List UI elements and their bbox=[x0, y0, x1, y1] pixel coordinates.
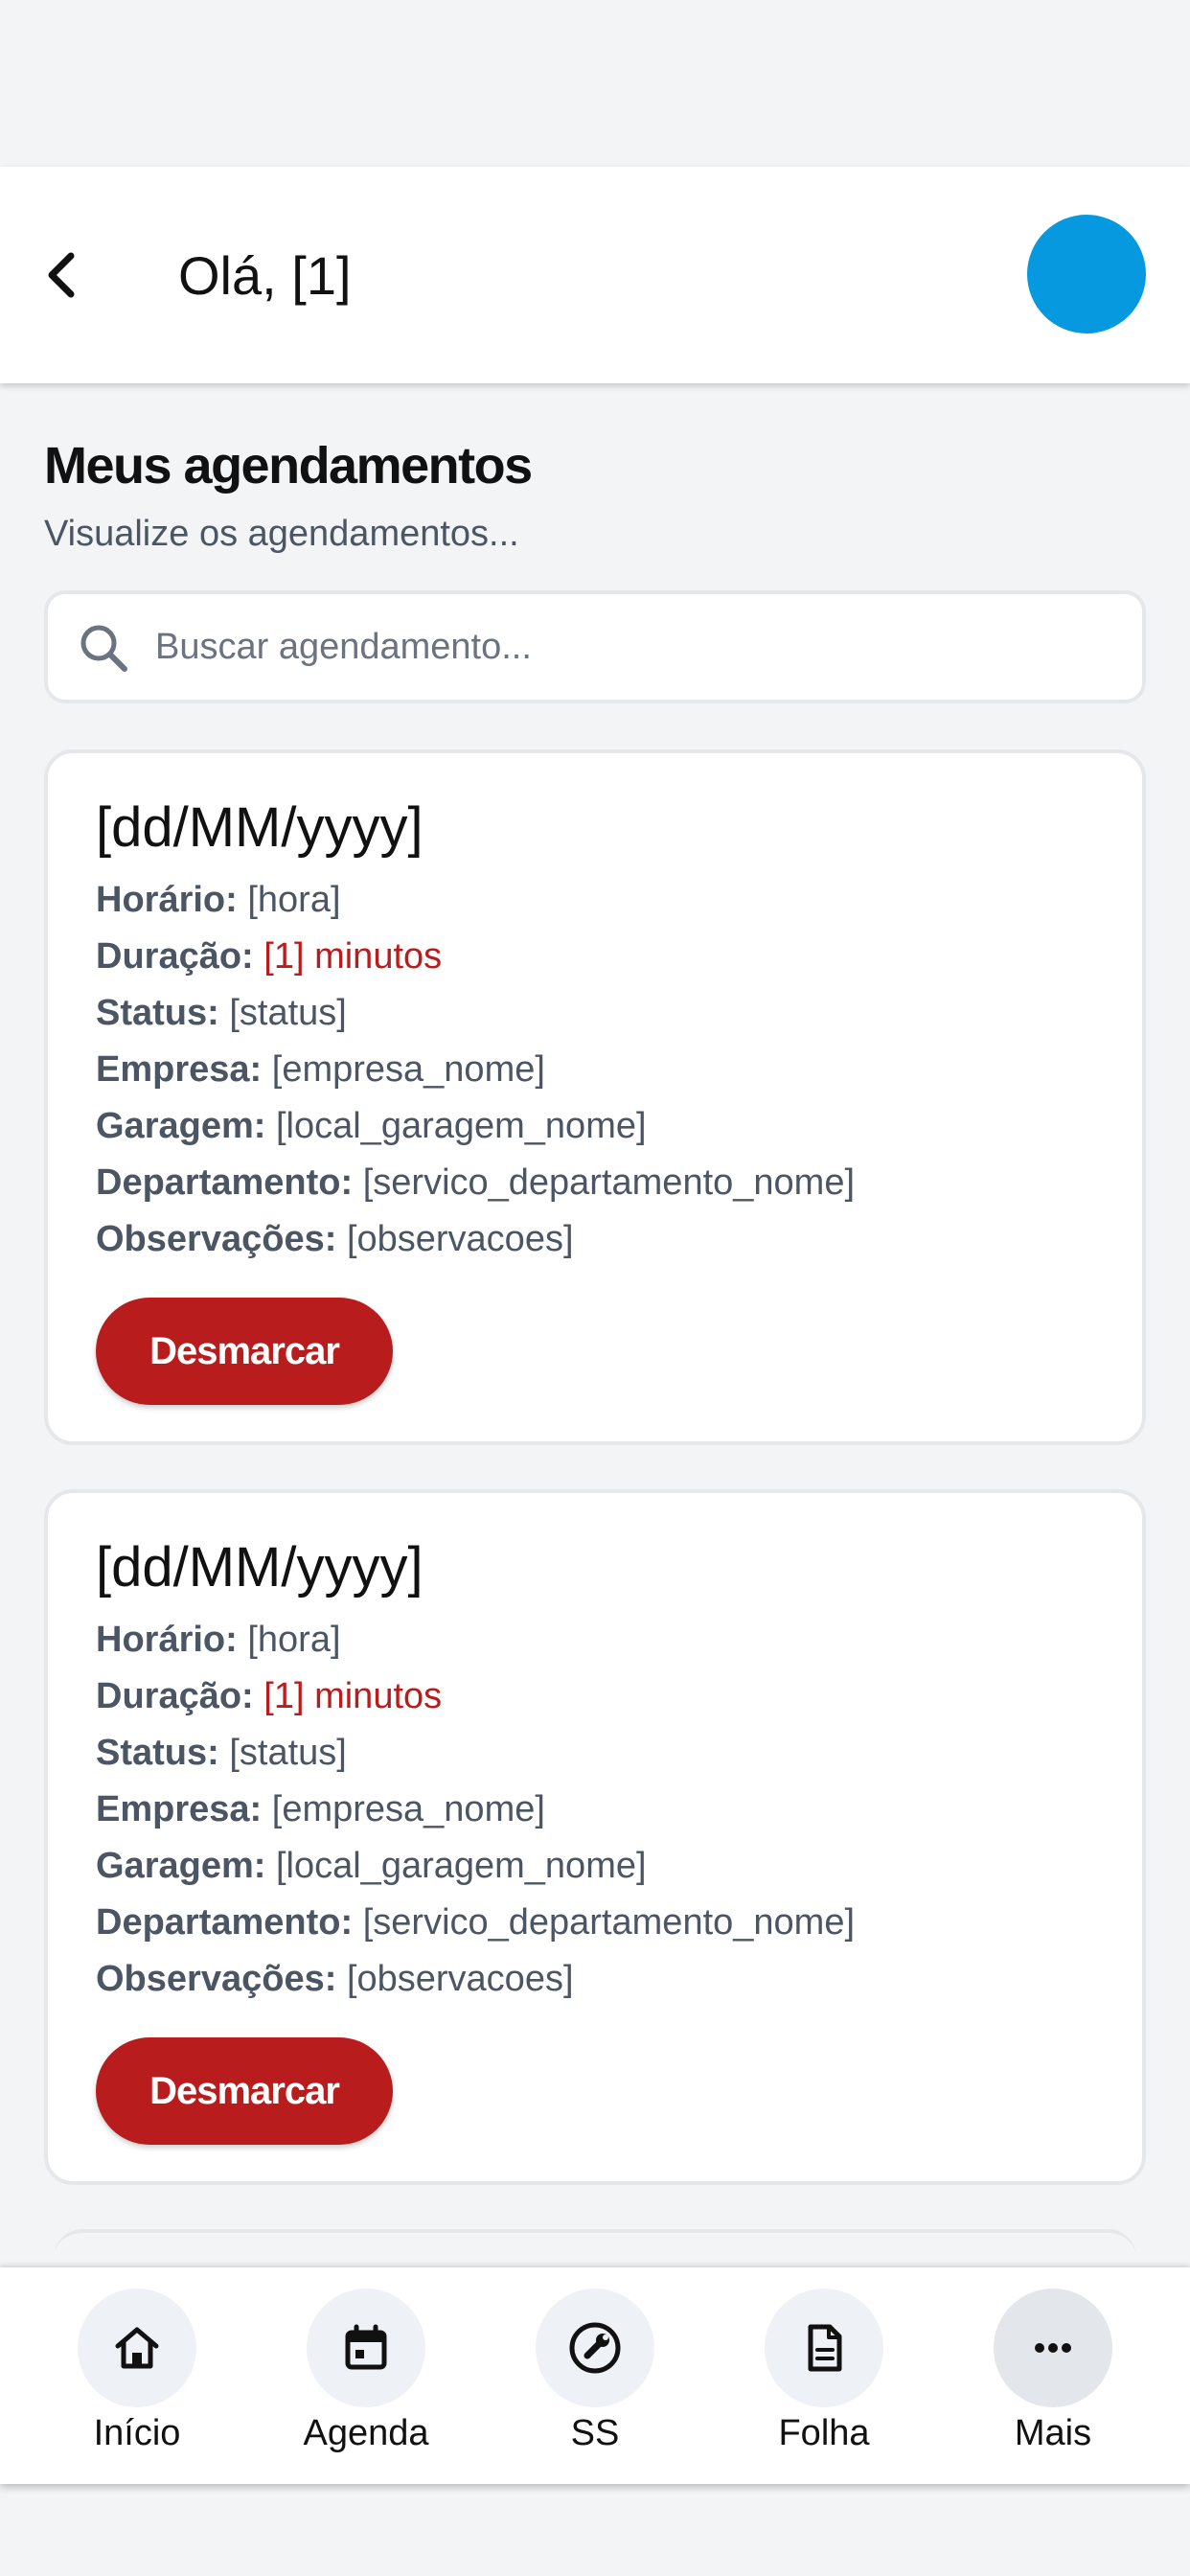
search-input[interactable] bbox=[155, 594, 1113, 700]
field-value: [servico_departamento_nome] bbox=[362, 1902, 856, 1943]
nav-icon-circle bbox=[994, 2288, 1112, 2407]
app-header: Olá, [1] bbox=[0, 167, 1190, 383]
field-status: Status: [status] bbox=[96, 993, 347, 1034]
field-garagem: Garagem: [local_garagem_nome] bbox=[96, 1106, 647, 1147]
appointment-date: [dd/MM/yyyy] bbox=[96, 796, 423, 859]
field-duracao: Duração: [1] minutos bbox=[96, 936, 442, 978]
nav-item-folha[interactable]: Folha bbox=[728, 2288, 920, 2471]
field-value: [empresa_nome] bbox=[271, 1049, 545, 1090]
field-label: Departamento: bbox=[96, 1162, 354, 1203]
field-label: Status: bbox=[96, 993, 219, 1033]
field-status: Status: [status] bbox=[96, 1733, 347, 1774]
search-box bbox=[44, 590, 1146, 703]
field-label: Departamento: bbox=[96, 1902, 354, 1943]
field-label: Observações: bbox=[96, 1219, 337, 1259]
nav-item-mais[interactable]: Mais bbox=[957, 2288, 1149, 2471]
field-value: [local_garagem_nome] bbox=[275, 1106, 647, 1146]
document-icon bbox=[808, 2324, 842, 2372]
field-value: [hora] bbox=[247, 880, 341, 920]
field-label: Horário: bbox=[96, 880, 238, 920]
appointment-card: [dd/MM/yyyy] Horário: [hora] Duração: [1… bbox=[44, 1489, 1146, 2185]
chevron-left-icon bbox=[48, 252, 75, 298]
field-value: [observacoes] bbox=[346, 1219, 574, 1259]
field-empresa: Empresa: [empresa_nome] bbox=[96, 1049, 545, 1091]
field-observacoes: Observações: [observacoes] bbox=[96, 1219, 574, 1260]
nav-item-agenda[interactable]: Agenda bbox=[270, 2288, 462, 2471]
page-subtitle: Visualize os agendamentos... bbox=[44, 514, 519, 554]
nav-item-ss[interactable]: SS bbox=[499, 2288, 691, 2471]
field-departamento: Departamento: [servico_departamento_nome… bbox=[96, 1902, 855, 1944]
calendar-icon bbox=[345, 2324, 387, 2370]
search-icon bbox=[80, 625, 127, 672]
nav-icon-circle bbox=[536, 2288, 654, 2407]
nav-label: Folha bbox=[778, 2413, 870, 2453]
more-icon bbox=[1035, 2343, 1071, 2353]
field-value: [empresa_nome] bbox=[271, 1789, 545, 1829]
desmarcar-button[interactable]: Desmarcar bbox=[96, 2037, 393, 2145]
nav-label: Início bbox=[93, 2413, 181, 2453]
appointment-card: [dd/MM/yyyy] Horário: [hora] Duração: [1… bbox=[44, 749, 1146, 1445]
nav-item-inicio[interactable]: Início bbox=[41, 2288, 233, 2471]
avatar[interactable] bbox=[1027, 215, 1146, 334]
field-value: [status] bbox=[229, 993, 347, 1033]
field-label: Empresa: bbox=[96, 1789, 263, 1829]
nav-label: SS bbox=[570, 2413, 620, 2453]
field-label: Horário: bbox=[96, 1620, 238, 1660]
field-departamento: Departamento: [servico_departamento_nome… bbox=[96, 1162, 855, 1204]
nav-label: Mais bbox=[1014, 2413, 1092, 2453]
appointment-date: [dd/MM/yyyy] bbox=[96, 1536, 423, 1598]
back-button[interactable] bbox=[34, 236, 88, 314]
wrench-icon bbox=[569, 2322, 621, 2374]
field-value: [servico_departamento_nome] bbox=[362, 1162, 856, 1203]
field-label: Status: bbox=[96, 1733, 219, 1773]
field-label: Empresa: bbox=[96, 1049, 263, 1090]
field-label: Duração: bbox=[96, 936, 254, 977]
field-observacoes: Observações: [observacoes] bbox=[96, 1959, 574, 2000]
field-horario: Horário: [hora] bbox=[96, 880, 341, 921]
greeting-title: Olá, [1] bbox=[178, 244, 352, 306]
field-value: [status] bbox=[229, 1733, 347, 1773]
field-garagem: Garagem: [local_garagem_nome] bbox=[96, 1846, 647, 1887]
home-icon bbox=[115, 2327, 159, 2369]
field-duracao: Duração: [1] minutos bbox=[96, 1676, 442, 1717]
field-value: [1] minutos bbox=[263, 936, 443, 977]
field-value: [hora] bbox=[247, 1620, 341, 1660]
field-horario: Horário: [hora] bbox=[96, 1620, 341, 1661]
field-label: Duração: bbox=[96, 1676, 254, 1716]
desmarcar-button[interactable]: Desmarcar bbox=[96, 1298, 393, 1405]
bottom-nav: Início Agenda SS Folha Mais bbox=[0, 2267, 1190, 2484]
field-value: [observacoes] bbox=[346, 1959, 574, 1999]
field-label: Garagem: bbox=[96, 1106, 266, 1146]
field-value: [local_garagem_nome] bbox=[275, 1846, 647, 1886]
page-title: Meus agendamentos bbox=[44, 437, 533, 494]
nav-icon-circle bbox=[307, 2288, 425, 2407]
field-value: [1] minutos bbox=[263, 1676, 443, 1716]
field-label: Observações: bbox=[96, 1959, 337, 1999]
app-screen: Olá, [1] Meus agendamentos Visualize os … bbox=[0, 0, 1190, 2576]
field-label: Garagem: bbox=[96, 1846, 266, 1886]
nav-label: Agenda bbox=[303, 2413, 429, 2453]
nav-icon-circle bbox=[765, 2288, 883, 2407]
nav-icon-circle bbox=[78, 2288, 196, 2407]
field-empresa: Empresa: [empresa_nome] bbox=[96, 1789, 545, 1830]
